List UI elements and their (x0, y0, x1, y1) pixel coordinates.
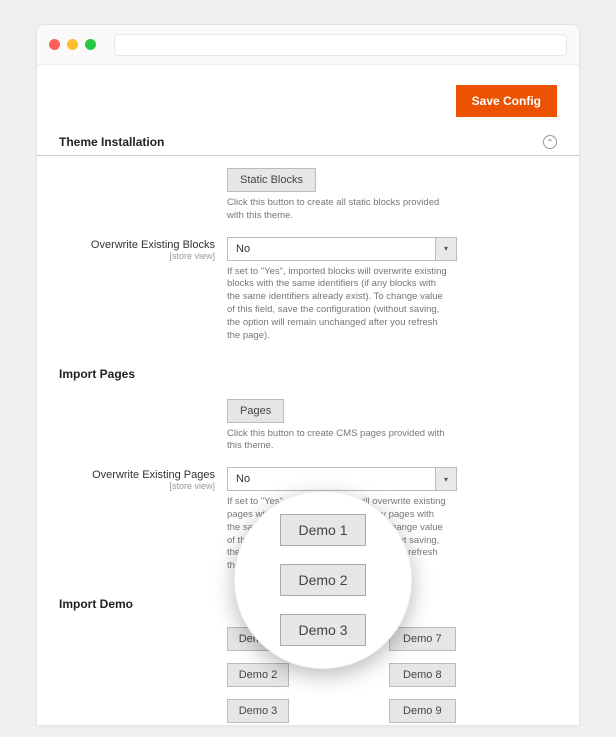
select-value: No (227, 237, 435, 261)
demo-button[interactable]: Demo 8 (389, 663, 456, 687)
chevron-down-icon: ▾ (435, 467, 457, 491)
section-title: Theme Installation (59, 135, 164, 149)
overwrite-blocks-select[interactable]: No ▾ (227, 237, 457, 261)
browser-chrome (37, 25, 579, 65)
select-value: No (227, 467, 435, 491)
demo-column-2: Demo 7Demo 8Demo 9Demo 10Demo 11Demo 12 (389, 627, 456, 725)
pages-hint: Click this button to create CMS pages pr… (227, 428, 447, 454)
url-bar[interactable] (114, 34, 567, 56)
demo-button[interactable]: Demo 9 (389, 699, 456, 723)
minimize-icon[interactable] (67, 39, 78, 50)
maximize-icon[interactable] (85, 39, 96, 50)
overwrite-blocks-label: Overwrite Existing Blocks (59, 239, 215, 251)
static-blocks-hint: Click this button to create all static b… (227, 197, 447, 223)
demo-button-zoom[interactable]: Demo 1 (280, 514, 366, 546)
demo-button[interactable]: Demo 3 (227, 699, 289, 723)
static-blocks-button[interactable]: Static Blocks (227, 168, 316, 192)
traffic-lights (49, 39, 96, 50)
magnifier-lens: Demo 1 Demo 2 Demo 3 (234, 491, 412, 669)
scope-label: [store view] (59, 481, 215, 491)
demo-button-zoom[interactable]: Demo 2 (280, 564, 366, 596)
pages-button[interactable]: Pages (227, 399, 284, 423)
demo-button[interactable]: Demo 7 (389, 627, 456, 651)
top-bar: Save Config (37, 65, 579, 127)
demo-button[interactable]: Demo 2 (227, 663, 289, 687)
theme-installation-body: Static Blocks Click this button to creat… (37, 156, 579, 361)
section-header-theme-installation[interactable]: Theme Installation ⌃ (37, 127, 579, 156)
overwrite-pages-select[interactable]: No ▾ (227, 467, 457, 491)
overwrite-blocks-hint: If set to "Yes", imported blocks will ov… (227, 266, 447, 343)
scope-label: [store view] (59, 251, 215, 261)
overwrite-pages-label: Overwrite Existing Pages (59, 469, 215, 481)
chevron-down-icon: ▾ (435, 237, 457, 261)
save-config-button[interactable]: Save Config (456, 85, 557, 117)
section-title-import-pages: Import Pages (37, 361, 579, 387)
chevron-up-icon[interactable]: ⌃ (543, 135, 557, 149)
demo-button-zoom[interactable]: Demo 3 (280, 614, 366, 646)
close-icon[interactable] (49, 39, 60, 50)
